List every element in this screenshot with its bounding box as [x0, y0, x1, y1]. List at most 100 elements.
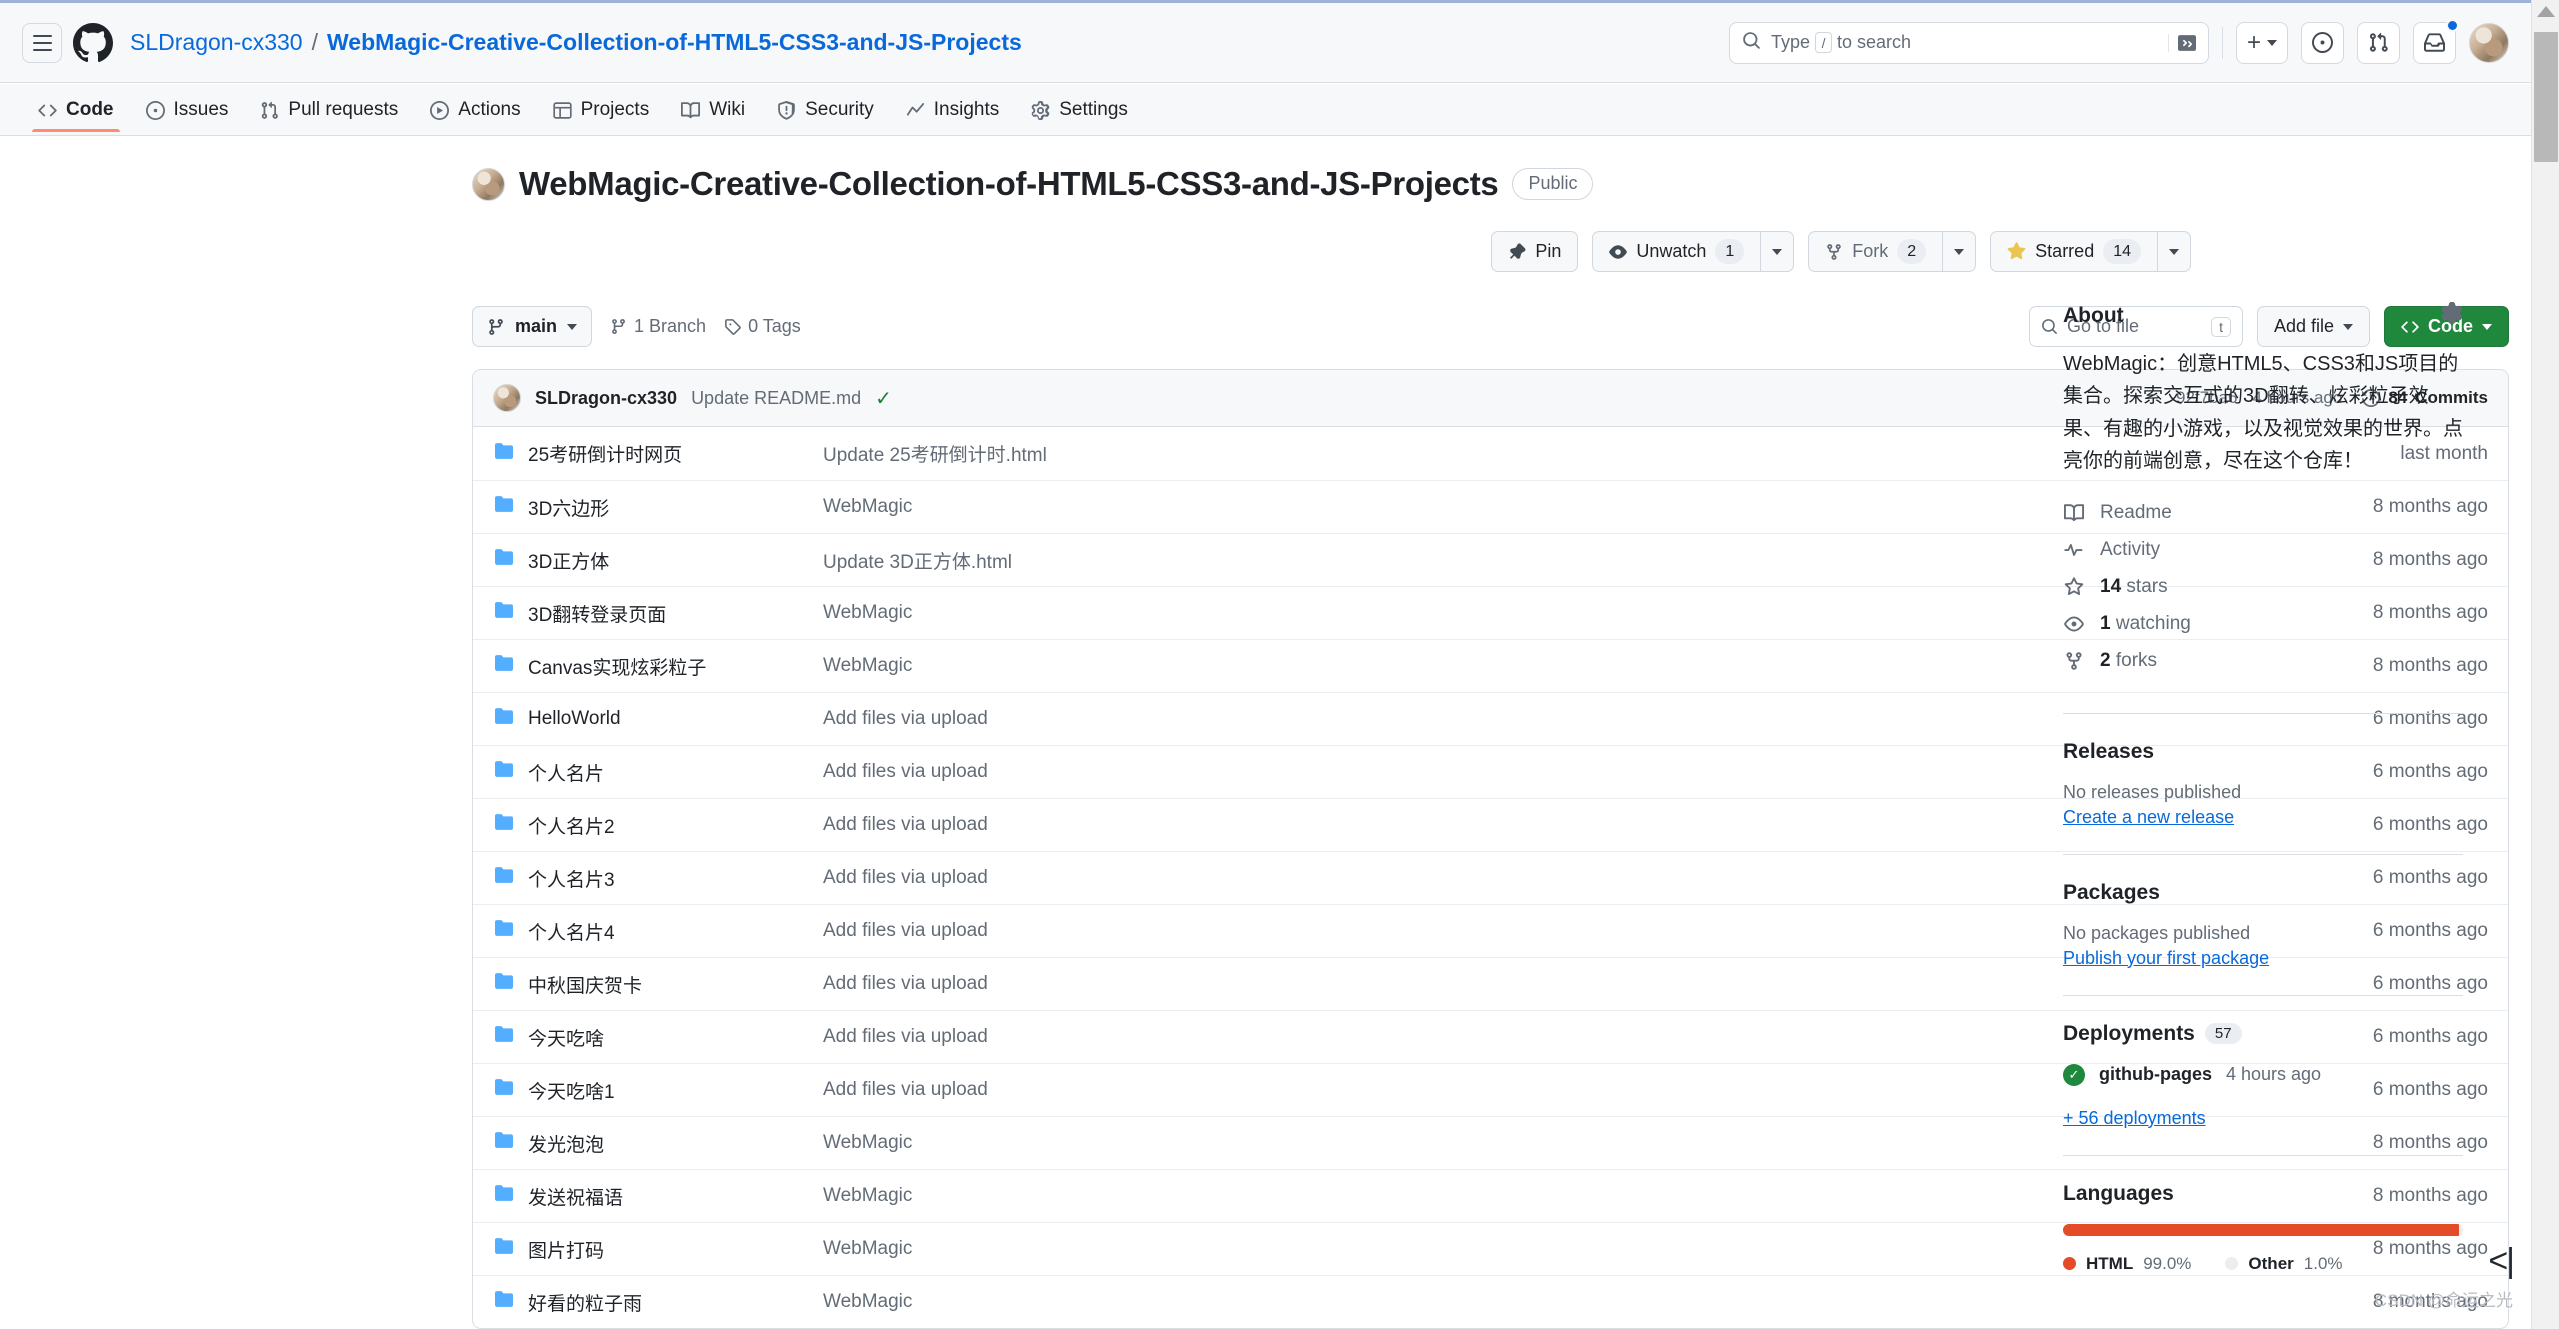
divider-deployments [2063, 994, 2463, 996]
folder-icon [493, 495, 515, 519]
releases-empty-text: No releases published [2063, 781, 2242, 802]
file-name-cell[interactable]: 25考研倒计时网页 [493, 440, 823, 467]
branch-selector[interactable]: main [472, 306, 593, 347]
language-bar-segment [2459, 1223, 2463, 1236]
language-bar-segment [2063, 1223, 2459, 1236]
repo-forked-icon [1827, 243, 1842, 260]
file-name-cell[interactable]: 图片打码 [493, 1236, 823, 1263]
sidebar-link-readme[interactable]: Readme [2063, 502, 2463, 524]
divider-packages [2063, 853, 2463, 855]
gear-icon[interactable] [2441, 302, 2463, 330]
table-icon [552, 101, 572, 120]
global-header: SLDragon-cx330 / WebMagic-Creative-Colle… [0, 3, 2531, 83]
file-name-cell[interactable]: 发送祝福语 [493, 1183, 823, 1210]
file-name-label: 3D翻转登录页面 [528, 604, 667, 626]
chevron-down-icon [1954, 248, 1965, 255]
breadcrumb-repo[interactable]: WebMagic-Creative-Collection-of-HTML5-CS… [327, 29, 1022, 56]
search-input[interactable]: Type / to search [1728, 21, 2209, 64]
file-name-cell[interactable]: 3D正方体 [493, 547, 823, 574]
file-name-cell[interactable]: Canvas实现炫彩粒子 [493, 653, 823, 680]
sidebar-activity-label: Activity [2100, 538, 2161, 560]
notification-indicator [2446, 18, 2459, 32]
pin-button[interactable]: Pin [1491, 231, 1579, 272]
sidebar-watching[interactable]: 1 watching [2063, 613, 2463, 635]
file-name-cell[interactable]: 个人名片3 [493, 865, 823, 892]
tab-wiki-label: Wiki [709, 99, 746, 120]
tab-security[interactable]: Security [763, 84, 888, 131]
tag-count-link[interactable]: 0 Tags [724, 316, 801, 337]
folder-icon [493, 1237, 515, 1261]
hamburger-menu-icon[interactable] [22, 22, 62, 63]
tab-settings[interactable]: Settings [1017, 84, 1142, 131]
pull-requests-button[interactable] [2357, 21, 2400, 64]
fork-button[interactable]: Fork 2 [1808, 231, 1943, 272]
packages-title: Packages [2063, 880, 2160, 904]
releases-heading: Releases [2063, 740, 2463, 764]
star-button-group: Starred 14 [1990, 231, 2191, 272]
file-name-cell[interactable]: 个人名片 [493, 759, 823, 786]
file-name-cell[interactable]: 3D翻转登录页面 [493, 600, 823, 627]
sidebar-forks[interactable]: 2 forks [2063, 650, 2463, 672]
tab-pull-requests[interactable]: Pull requests [246, 84, 412, 131]
publish-package-link[interactable]: Publish your first package [2063, 948, 2269, 969]
more-deployments-link[interactable]: + 56 deployments [2063, 1108, 2206, 1129]
sidebar-stars[interactable]: 14 stars [2063, 576, 2463, 598]
star-dropdown-button[interactable] [2157, 231, 2191, 272]
file-name-cell[interactable]: 中秋国庆贺卡 [493, 971, 823, 998]
languages-heading: Languages [2063, 1182, 2463, 1206]
breadcrumb-separator: / [311, 29, 318, 55]
tab-code[interactable]: Code [24, 84, 128, 132]
commit-message[interactable]: Update README.md [691, 388, 861, 409]
page-scrollbar[interactable] [2531, 0, 2559, 1329]
git-branch-icon [612, 319, 625, 334]
scroll-up-arrow[interactable] [2536, 6, 2555, 17]
collapse-sidebar-icon[interactable]: <| [2488, 1242, 2515, 1281]
file-name-cell[interactable]: 发光泡泡 [493, 1130, 823, 1157]
tab-wiki[interactable]: Wiki [667, 84, 759, 131]
github-mark-icon[interactable] [70, 20, 116, 66]
user-avatar[interactable] [2469, 22, 2509, 63]
watch-dropdown-button[interactable] [1760, 231, 1795, 272]
tab-actions[interactable]: Actions [416, 84, 534, 131]
file-name-cell[interactable]: 今天吃啥 [493, 1024, 823, 1051]
tab-projects[interactable]: Projects [539, 84, 664, 131]
commit-author-avatar[interactable] [493, 384, 521, 412]
tab-insights[interactable]: Insights [892, 84, 1013, 131]
tab-issues[interactable]: Issues [132, 84, 243, 131]
fork-count: 2 [1897, 238, 1927, 265]
about-section: About WebMagic：创意HTML5、CSS3和JS项目的集合。探索交互… [2063, 302, 2463, 713]
command-palette-icon[interactable] [2167, 33, 2196, 52]
deployment-time: 4 hours ago [2226, 1064, 2322, 1085]
file-name-cell[interactable]: 个人名片2 [493, 812, 823, 839]
create-new-button[interactable]: + [2235, 21, 2288, 64]
branch-count-link[interactable]: 1 Branch [610, 316, 706, 337]
breadcrumb-owner[interactable]: SLDragon-cx330 [130, 29, 303, 56]
deployments-heading: Deployments 57 [2063, 1022, 2463, 1046]
main-content: WebMagic-Creative-Collection-of-HTML5-CS… [0, 137, 2531, 1329]
notifications-button[interactable] [2413, 18, 2459, 64]
language-legend-item[interactable]: HTML 99.0% [2063, 1254, 2191, 1274]
create-release-link[interactable]: Create a new release [2063, 807, 2234, 828]
language-legend-item[interactable]: Other 1.0% [2225, 1253, 2343, 1274]
file-name-cell[interactable]: 好看的粒子雨 [493, 1289, 823, 1316]
language-bar [2063, 1223, 2463, 1236]
folder-icon [493, 919, 515, 943]
starred-button[interactable]: Starred 14 [1990, 231, 2157, 272]
unwatch-button[interactable]: Unwatch 1 [1592, 231, 1761, 272]
check-icon[interactable]: ✓ [875, 386, 892, 411]
scrollbar-thumb[interactable] [2534, 32, 2558, 162]
file-name-cell[interactable]: 今天吃啥1 [493, 1077, 823, 1104]
deployment-entry[interactable]: ✓ github-pages 4 hours ago [2063, 1063, 2463, 1086]
file-name-label: 个人名片3 [528, 869, 615, 891]
tab-projects-label: Projects [580, 99, 650, 120]
watch-count: 1 [1715, 238, 1745, 265]
language-name: Other [2248, 1253, 2294, 1273]
commit-author-name[interactable]: SLDragon-cx330 [535, 388, 677, 409]
file-name-cell[interactable]: 3D六边形 [493, 494, 823, 521]
sidebar-link-activity[interactable]: Activity [2063, 539, 2463, 561]
file-name-cell[interactable]: HelloWorld [493, 707, 823, 731]
issues-button[interactable] [2301, 21, 2344, 64]
page-title[interactable]: WebMagic-Creative-Collection-of-HTML5-CS… [519, 165, 1499, 203]
fork-dropdown-button[interactable] [1942, 231, 1977, 272]
file-name-cell[interactable]: 个人名片4 [493, 918, 823, 945]
